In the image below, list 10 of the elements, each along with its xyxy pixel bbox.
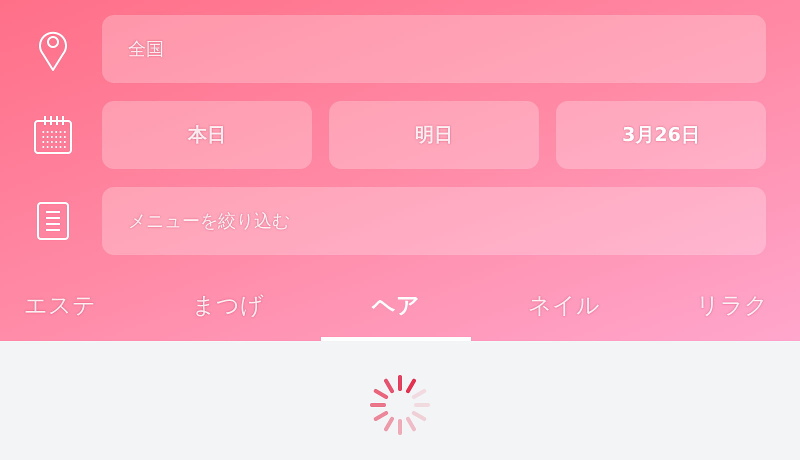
category-tab[interactable]: まつげ	[144, 273, 312, 341]
document-list-icon	[36, 201, 70, 241]
date-button[interactable]: 3月26日	[556, 101, 766, 169]
category-tab[interactable]: エステ	[0, 273, 144, 341]
category-tab[interactable]: ヘア	[321, 273, 471, 341]
date-button[interactable]: 明日	[329, 101, 539, 169]
category-tab[interactable]: ネイル	[480, 273, 648, 341]
calendar-icon	[33, 115, 73, 155]
date-button[interactable]: 本日	[102, 101, 312, 169]
category-tab[interactable]: リラク	[648, 273, 800, 341]
